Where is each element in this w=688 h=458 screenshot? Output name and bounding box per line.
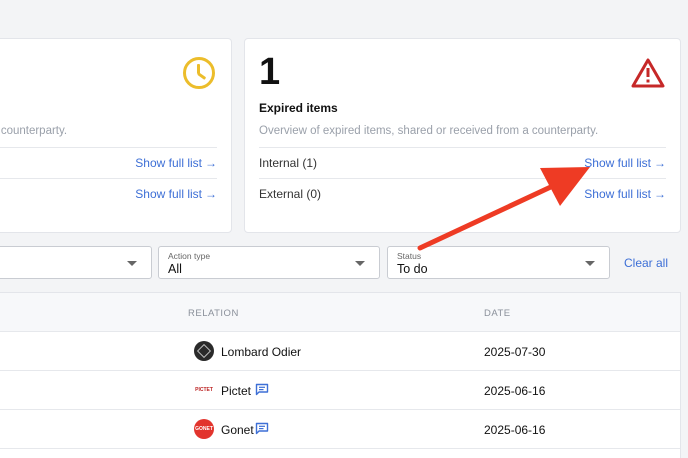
column-header-relation[interactable]: RELATION xyxy=(188,308,239,319)
expired-count: 1 xyxy=(259,51,281,93)
status-select[interactable]: Status To do xyxy=(387,246,610,279)
action-type-label: Action type xyxy=(168,251,211,261)
table-row[interactable]: PICTET Pictet 2025-06-16 xyxy=(0,371,680,410)
show-full-list-link[interactable]: Show full list → xyxy=(135,156,217,170)
caret-down-icon xyxy=(585,261,595,266)
chat-bubble-icon[interactable] xyxy=(255,383,269,396)
clock-icon xyxy=(183,57,215,89)
status-value: To do xyxy=(397,262,428,276)
relation-name: Lombard Odier xyxy=(221,345,302,359)
arrow-right-icon: → xyxy=(205,156,217,170)
caret-down-icon xyxy=(127,261,137,266)
arrow-right-icon: → xyxy=(205,187,217,201)
action-type-value: All xyxy=(168,262,182,276)
row-date: 2025-06-16 xyxy=(484,423,546,437)
filter-select[interactable] xyxy=(0,246,152,279)
show-full-list-external-link[interactable]: Show full list → xyxy=(584,187,666,201)
action-type-select[interactable]: Action type All xyxy=(158,246,380,279)
card-description: Overview of expired items, shared or rec… xyxy=(259,125,599,137)
avatar: GONET xyxy=(194,419,214,439)
table-row[interactable]: GONET Gonet 2025-06-16 xyxy=(0,410,680,449)
external-count-label: External (0) xyxy=(259,187,322,201)
internal-count-label: Internal (1) xyxy=(259,156,318,170)
caret-down-icon xyxy=(355,261,365,266)
avatar: PICTET xyxy=(194,380,214,400)
status-label: Status xyxy=(397,251,422,261)
clear-all-button[interactable]: Clear all xyxy=(624,256,668,270)
actions-table: RELATION DATE Lombard Odier 2025-07-30 P… xyxy=(0,292,681,458)
pending-items-card: our counterparty. Show full list→ Show f… xyxy=(0,38,232,233)
table-row[interactable]: Lombard Odier 2025-07-30 xyxy=(0,332,680,371)
show-full-list-link[interactable]: Show full list → xyxy=(135,187,217,201)
card-description: our counterparty. xyxy=(0,125,68,137)
arrow-right-icon: → xyxy=(654,156,666,170)
table-header: RELATION DATE xyxy=(0,293,680,332)
avatar xyxy=(194,341,214,361)
relation-name: Pictet xyxy=(221,384,252,398)
row-date: 2025-06-16 xyxy=(484,384,546,398)
row-date: 2025-07-30 xyxy=(484,345,546,359)
card-title: Expired items xyxy=(259,101,338,115)
expired-items-card: 1 Expired items Overview of expired item… xyxy=(244,38,681,233)
arrow-right-icon: → xyxy=(654,187,666,201)
show-full-list-internal-link[interactable]: Show full list → xyxy=(584,156,666,170)
relation-name: Gonet xyxy=(221,423,254,437)
warning-triangle-icon xyxy=(631,58,665,88)
chat-bubble-icon[interactable] xyxy=(255,422,269,435)
column-header-date[interactable]: DATE xyxy=(484,308,511,319)
